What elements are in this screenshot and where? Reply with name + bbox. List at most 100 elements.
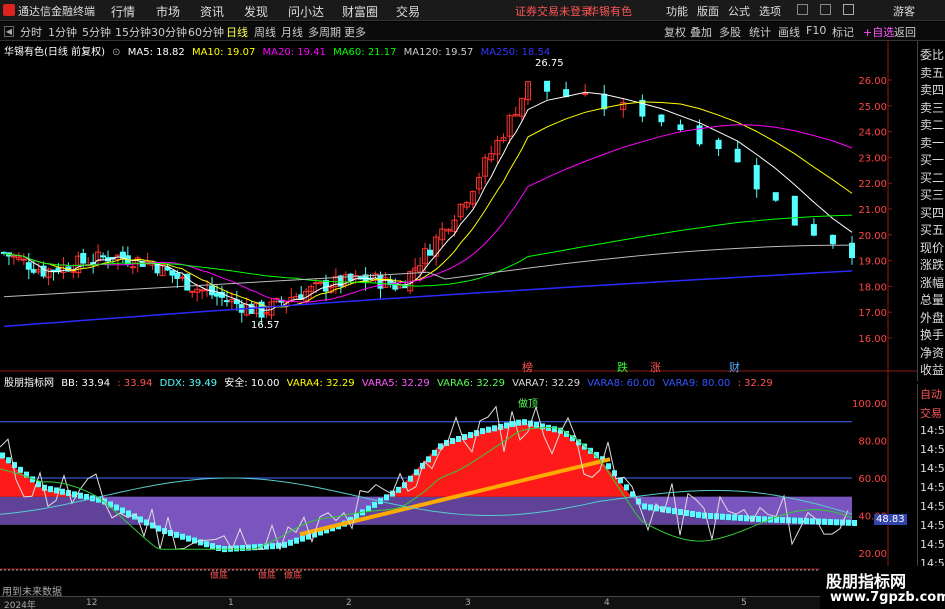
bottom-signal-label-1: 做底 (210, 571, 229, 581)
mark-button[interactable]: 标记 (832, 24, 854, 40)
price-tick-5: 21.00 (858, 205, 887, 216)
top-signal-label: 做顶 (518, 399, 538, 410)
candle (658, 114, 665, 127)
nav-back-icon[interactable]: ◀ (4, 26, 14, 37)
ddx-block (510, 421, 515, 428)
menu-ask[interactable]: 问小达 (288, 3, 324, 20)
ma-legend: 华锡有色(日线 前复权) ⊙ MA5: 18.82 MA10: 19.07 MA… (4, 43, 554, 58)
draw-line-button[interactable]: 画线 (778, 24, 800, 40)
restore-rights-button[interactable]: 复权 (664, 24, 686, 40)
menu-market[interactable]: 市场 (156, 3, 180, 20)
ddx-block (720, 513, 725, 520)
quote-field-5: 卖一 (920, 135, 945, 150)
trade-field-1: 交易 (920, 407, 942, 420)
maximize-icon[interactable] (820, 4, 831, 15)
ddx-block (270, 543, 275, 550)
indicator-title[interactable]: 股朋指标网 (4, 378, 54, 389)
candle (243, 297, 250, 317)
login-warning[interactable]: 证券交易未登录 (515, 3, 592, 19)
quote-field-10: 买五 (920, 223, 945, 237)
candle (494, 135, 501, 164)
menu-function[interactable]: 功能 (666, 3, 688, 19)
title-stock-name: 华锡有色 (588, 5, 632, 18)
candle (439, 221, 446, 248)
menu-quotes[interactable]: 行情 (111, 3, 135, 20)
ddx-block (120, 507, 125, 514)
add-watchlist-button[interactable]: +自选 (863, 24, 894, 40)
price-tick-10: 16.00 (858, 334, 887, 345)
period-tab-more[interactable]: 更多 (344, 24, 366, 40)
period-tab-weekly[interactable]: 周线 (254, 24, 276, 40)
ddx-block (234, 545, 239, 552)
price-tick-6: 20.00 (858, 231, 887, 242)
quote-field-1: 卖五 (920, 65, 945, 80)
candle (412, 258, 419, 280)
ddx-block (552, 426, 557, 433)
indicator-axis: 100.0080.0060.0040.0020.00 (852, 399, 887, 560)
chart-canvas[interactable]: 26.00 25.00 24.00 23.00 22.00 21.00 20.00 19.00… (0, 41, 917, 596)
ddx-block (366, 505, 371, 512)
ma250-line (3, 270, 853, 328)
trade-field-2: 14:56 (920, 424, 945, 437)
period-tab-monthly[interactable]: 月线 (281, 24, 303, 40)
ddx-block (288, 539, 293, 546)
menu-wealth[interactable]: 财富圈 (342, 3, 378, 20)
overlay-button[interactable]: 叠加 (690, 24, 712, 40)
period-tab-15min[interactable]: 15分钟 (115, 24, 151, 40)
menu-formula[interactable]: 公式 (728, 3, 750, 19)
menu-trade[interactable]: 交易 (396, 3, 420, 20)
menu-layout[interactable]: 版面 (697, 3, 719, 19)
price-tick-1: 25.00 (858, 102, 887, 113)
menu-news[interactable]: 资讯 (200, 3, 224, 20)
ddx-block (48, 486, 53, 493)
ddx-block (426, 456, 431, 463)
candle (263, 306, 270, 319)
toolbar: ◀ 分时 1分钟 5分钟 15分钟 30分钟 60分钟 日线 周线 月线 多周期… (0, 22, 945, 41)
bottom-signal-label-2: 做底 (258, 571, 277, 581)
ddx-block (690, 510, 695, 517)
event-marker-down[interactable]: 跌 (617, 359, 628, 375)
back-button[interactable]: 返回 (894, 24, 916, 40)
ddx-block (18, 466, 23, 473)
period-tab-5min[interactable]: 5分钟 (82, 24, 111, 40)
event-marker-finance[interactable]: 财 (729, 359, 740, 375)
event-marker-bang[interactable]: 榜 (522, 359, 533, 375)
ddx-block (534, 422, 539, 429)
menu-discover[interactable]: 发现 (244, 3, 268, 20)
period-tab-multi[interactable]: 多周期 (308, 24, 341, 40)
candle (544, 80, 551, 100)
multi-stock-button[interactable]: 多股 (719, 24, 741, 40)
guest-label[interactable]: 游客 (893, 3, 915, 19)
trade-field-7: 14:56 (920, 519, 945, 532)
period-tab-60min[interactable]: 60分钟 (188, 24, 224, 40)
ddx-block (78, 492, 83, 499)
stats-button[interactable]: 统计 (749, 24, 771, 40)
ddx-block (126, 510, 131, 517)
candle (70, 264, 77, 279)
quote-field-9: 买四 (920, 205, 945, 220)
candle (512, 106, 519, 117)
indicator-tick-0: 100.00 (852, 399, 887, 410)
f10-button[interactable]: F10 (806, 24, 826, 37)
event-marker-up[interactable]: 涨 (650, 359, 661, 375)
legend-toggle-icon[interactable]: ⊙ (112, 47, 120, 58)
app-logo-icon (3, 4, 15, 16)
minimize-icon[interactable] (797, 4, 808, 15)
ddx-block (114, 504, 119, 511)
period-tab-daily[interactable]: 日线 (226, 24, 248, 40)
period-tab-30min[interactable]: 30分钟 (151, 24, 187, 40)
close-icon[interactable] (843, 4, 854, 15)
quote-field-11: 现价 (920, 240, 945, 255)
candle (124, 246, 131, 267)
time-label-2024: 2024年 (4, 601, 36, 609)
candle (772, 192, 779, 203)
candle (253, 302, 260, 318)
period-tab-intraday[interactable]: 分时 (20, 24, 42, 40)
ddx-block (846, 519, 851, 526)
period-tab-1min[interactable]: 1分钟 (48, 24, 77, 40)
ind-bb2-label: : 33.94 (117, 378, 153, 389)
menu-options[interactable]: 选项 (759, 3, 781, 19)
time-axis: 2024年 12 1 2 3 4 5 (0, 596, 945, 609)
candle (100, 252, 107, 261)
candle (476, 172, 482, 195)
